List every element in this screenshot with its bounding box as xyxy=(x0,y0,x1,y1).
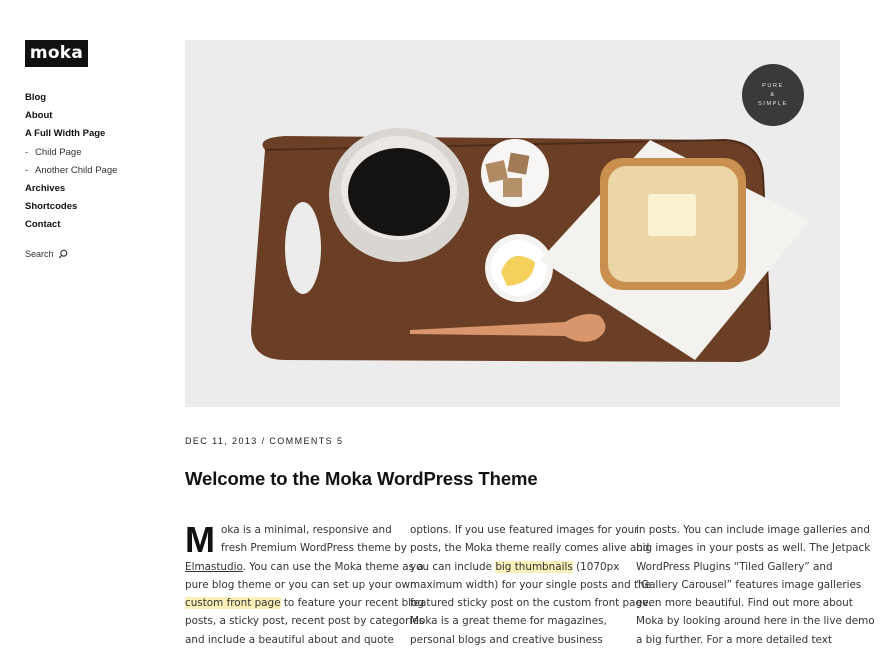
nav-item-full-width-page[interactable]: A Full Width Page xyxy=(25,125,175,143)
nav-item-label: Another Child Page xyxy=(35,164,118,176)
nav-item-shortcodes[interactable]: Shortcodes xyxy=(25,198,175,216)
post-title[interactable]: Welcome to the Moka WordPress Theme xyxy=(185,468,538,490)
nav-item-child-page[interactable]: - Child Page xyxy=(25,144,175,162)
text-line: maximum width) for your single posts and… xyxy=(410,578,652,591)
text-fragment: you can include xyxy=(410,560,496,573)
nav-item-another-child-page[interactable]: - Another Child Page xyxy=(25,162,175,180)
text-line: and include a beautiful about and quote xyxy=(185,633,394,646)
text-line: “Gallery Carousel” features image galler… xyxy=(636,578,862,591)
text-line: big images in your posts as well. The Je… xyxy=(636,542,871,555)
text-line: options. If you use featured images for … xyxy=(410,524,639,536)
text-line: posts, a sticky post, recent post by cat… xyxy=(185,615,425,628)
text-line: personal blogs and creative business xyxy=(410,633,603,646)
nav-item-label: Child Page xyxy=(35,146,82,158)
text-line: pure blog theme or you can set up your o… xyxy=(185,578,417,591)
search-label: Search xyxy=(25,249,54,259)
post-content-column-2: options. If you use featured images for … xyxy=(410,521,652,649)
dropcap: M xyxy=(185,519,215,560)
meta-separator: / xyxy=(257,436,270,446)
post-meta: DEC 11, 2013 / COMMENTS 5 xyxy=(185,436,343,446)
nav-item-blog[interactable]: Blog xyxy=(25,89,175,107)
post-content-column-3: in posts. You can include image gallerie… xyxy=(636,521,875,649)
comments-link[interactable]: COMMENTS 5 xyxy=(269,436,343,446)
child-marker: - xyxy=(25,146,29,158)
text-fragment: (1070px xyxy=(572,560,620,573)
text-line: in posts. You can include image gallerie… xyxy=(636,524,870,536)
nav-item-about[interactable]: About xyxy=(25,107,175,125)
text-line: WordPress Plugins “Tiled Gallery” and xyxy=(636,560,833,573)
text-line: custom front page to feature your recent… xyxy=(185,594,424,612)
text-line: you can include big thumbnails (1070px xyxy=(410,558,620,576)
search-icon xyxy=(58,249,67,259)
post-date-link[interactable]: DEC 11, 2013 xyxy=(185,436,258,446)
main-navigation: Blog About A Full Width Page - Child Page… xyxy=(25,89,175,235)
text-line: fresh Premium WordPress theme by xyxy=(221,542,407,555)
search-toggle[interactable]: Search xyxy=(25,249,68,259)
badge-line: & xyxy=(770,91,776,98)
text-line: Elmastudio. You can use the Moka theme a… xyxy=(185,558,424,576)
badge-line: SIMPLE xyxy=(758,100,788,107)
text-line: oka is a minimal, responsive and xyxy=(221,524,392,536)
text-line: even more beautiful. Find out more about xyxy=(636,597,853,610)
text-line: Moka is a great theme for magazines, xyxy=(410,615,607,628)
site-logo[interactable]: moka xyxy=(25,40,88,67)
elmastudio-link[interactable]: Elmastudio xyxy=(185,561,243,573)
nav-item-contact[interactable]: Contact xyxy=(25,216,175,234)
nav-item-archives[interactable]: Archives xyxy=(25,180,175,198)
badge-line: PURE xyxy=(762,82,784,89)
post-content-column-1: M oka is a minimal, responsive and fresh… xyxy=(185,519,425,649)
text-fragment: to feature your recent blog xyxy=(280,597,425,610)
text-line: Moka by looking around here in the live … xyxy=(636,615,875,628)
butter xyxy=(648,194,696,236)
text-fragment: . You can use the Moka theme as a xyxy=(242,560,424,573)
pure-simple-badge: PURE & SIMPLE xyxy=(742,64,804,126)
board-handle-hole xyxy=(285,202,321,294)
text-line: featured sticky post on the custom front… xyxy=(410,597,652,610)
text-line: a big further. For a more detailed text xyxy=(636,633,832,646)
text-line: posts, the Moka theme really comes alive… xyxy=(410,542,650,555)
big-thumbnails-link[interactable]: big thumbnails xyxy=(495,560,573,573)
child-marker: - xyxy=(25,164,29,176)
custom-front-page-link[interactable]: custom front page xyxy=(185,597,281,610)
